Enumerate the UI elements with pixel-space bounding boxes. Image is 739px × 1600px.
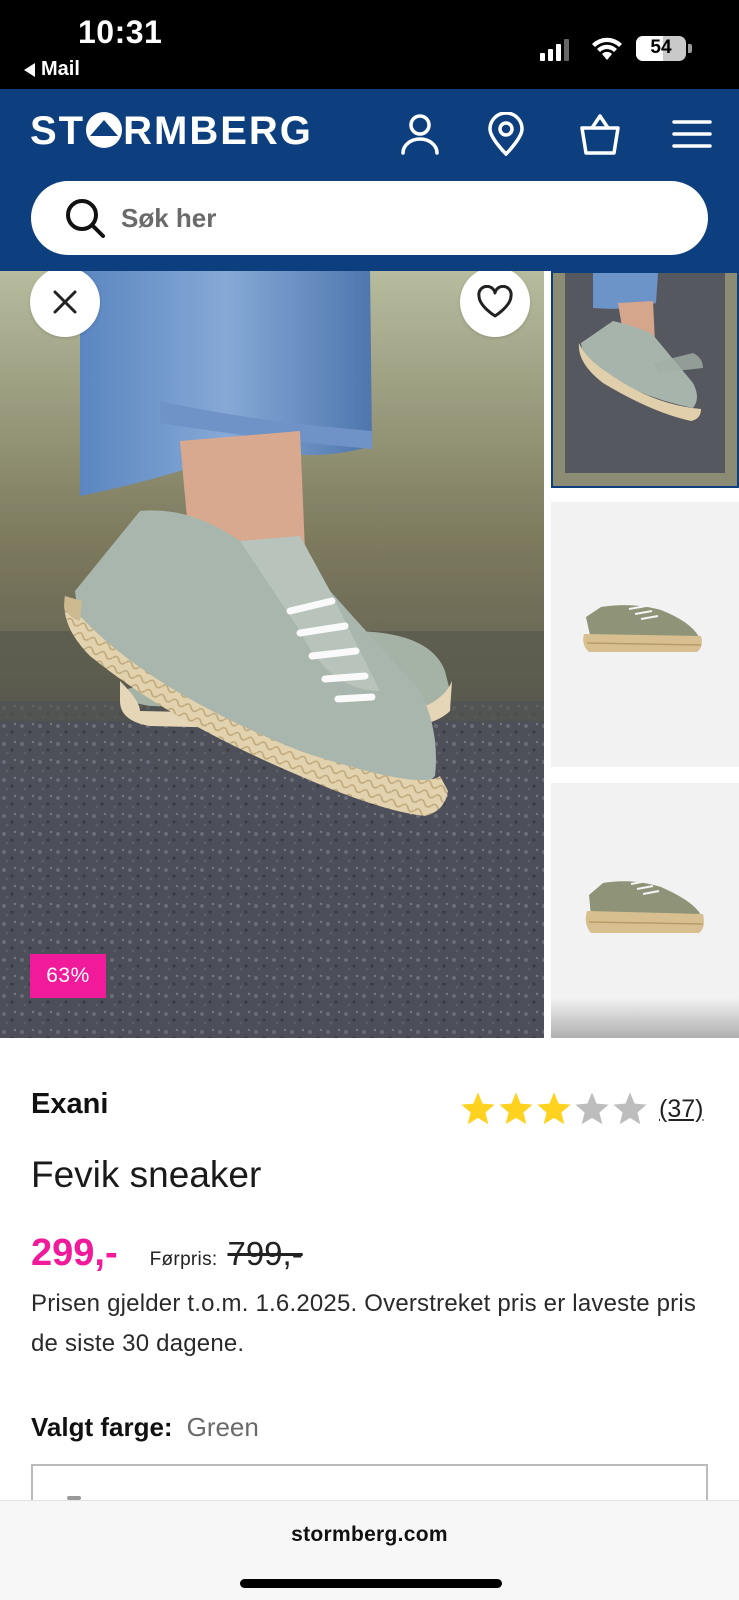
color-label: Valgt farge: (31, 1412, 173, 1442)
back-arrow-icon (24, 62, 35, 77)
star-rating[interactable]: (37) (459, 1090, 703, 1128)
menu-icon[interactable] (670, 111, 714, 157)
status-time: 10:31 (78, 14, 163, 50)
home-indicator[interactable] (240, 1579, 502, 1588)
star-icon (613, 1092, 647, 1125)
previous-price-label: Førpris: (149, 1249, 218, 1270)
star-icon (499, 1092, 533, 1125)
thumbnail-strip (551, 271, 739, 1038)
back-to-mail-button[interactable]: Mail (24, 58, 80, 81)
location-pin-icon[interactable] (484, 111, 528, 157)
wifi-icon (592, 37, 622, 60)
price-row: 299,- Førpris: 799,- (31, 1232, 303, 1275)
selected-color: Valgt farge: Green (31, 1412, 259, 1443)
cellular-signal-icon (540, 37, 569, 61)
thumbnail-1[interactable] (551, 271, 739, 488)
star-icon (461, 1092, 495, 1125)
battery-tip (688, 44, 692, 53)
site-header: ST RMBERG (0, 89, 739, 271)
account-icon[interactable] (398, 111, 442, 157)
review-count-link[interactable]: (37) (659, 1095, 703, 1124)
star-icon (537, 1092, 571, 1125)
url-display[interactable]: stormberg.com (0, 1523, 739, 1547)
logo-text-right: RMBERG (123, 109, 313, 153)
discount-badge: 63% (30, 954, 106, 998)
thumbnail-3[interactable] (551, 783, 739, 1038)
shopping-bag-icon[interactable] (578, 111, 622, 157)
logo-text-left: ST (30, 109, 86, 153)
heart-icon (477, 285, 513, 318)
main-product-photo[interactable]: 63% (0, 271, 544, 1038)
status-bar: 10:31 Mail 54 (0, 0, 739, 89)
star-icon (575, 1092, 609, 1125)
thumbnail-2[interactable] (551, 502, 739, 767)
battery-icon: 54 (636, 36, 686, 61)
close-icon (53, 290, 77, 314)
search-bar[interactable] (31, 181, 708, 255)
price-note: Prisen gjelder t.o.m. 1.6.2025. Overstre… (31, 1290, 697, 1357)
search-icon[interactable] (63, 196, 107, 240)
back-label: Mail (41, 58, 80, 80)
product-brand[interactable]: Exani (31, 1088, 108, 1121)
color-value: Green (186, 1412, 259, 1442)
product-gallery: 63% (0, 271, 739, 1038)
logo-mountain-icon (86, 112, 123, 148)
previous-price: 799,- (227, 1235, 303, 1272)
browser-bottom-bar: stormberg.com (0, 1500, 739, 1600)
battery-level: 54 (650, 37, 672, 58)
product-name: Fevik sneaker (31, 1154, 262, 1195)
stormberg-logo[interactable]: ST RMBERG (30, 111, 313, 151)
current-price: 299,- (31, 1232, 118, 1274)
search-input[interactable] (121, 202, 641, 234)
